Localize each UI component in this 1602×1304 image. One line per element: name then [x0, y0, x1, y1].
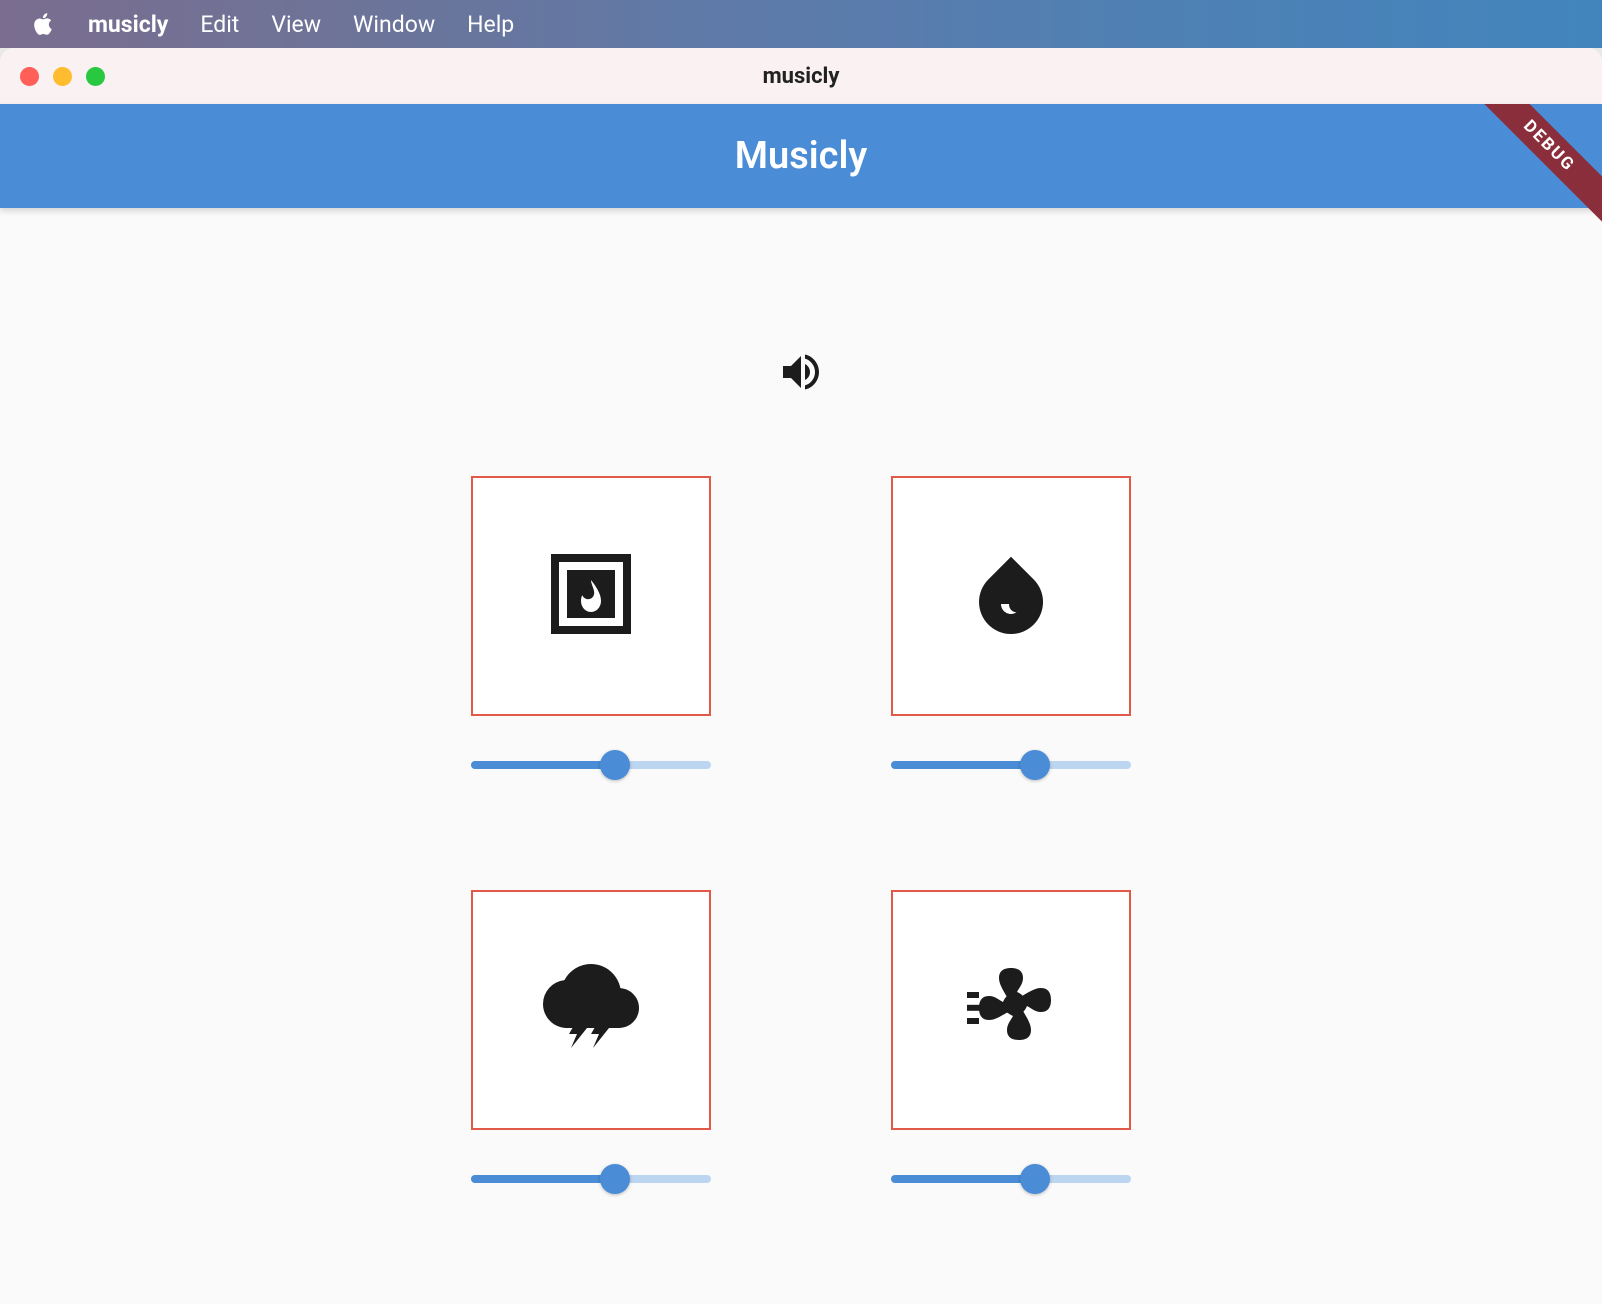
window-title: musicly — [0, 64, 1602, 89]
water-drop-icon — [963, 546, 1059, 646]
menubar-item-view[interactable]: View — [271, 11, 321, 38]
fullscreen-window-button[interactable] — [86, 67, 105, 86]
slider-thumb[interactable] — [600, 1164, 630, 1194]
volume-slider-fireplace[interactable] — [471, 750, 711, 780]
sound-tile-fireplace[interactable] — [471, 476, 711, 716]
slider-fill — [891, 1175, 1035, 1183]
close-window-button[interactable] — [20, 67, 39, 86]
slider-track — [471, 1175, 711, 1183]
slider-thumb[interactable] — [1020, 750, 1050, 780]
thunderstorm-icon — [543, 960, 639, 1060]
minimize-window-button[interactable] — [53, 67, 72, 86]
menubar-item-window[interactable]: Window — [353, 11, 435, 38]
volume-slider-thunderstorm[interactable] — [471, 1164, 711, 1194]
slider-track — [471, 761, 711, 769]
fan-icon — [963, 960, 1059, 1060]
sound-tile-fan[interactable] — [891, 890, 1131, 1130]
slider-thumb[interactable] — [1020, 1164, 1050, 1194]
app-window: musicly Musicly DEBUG — [0, 48, 1602, 1304]
app-bar-title: Musicly — [735, 134, 867, 178]
sound-cell-thunderstorm — [471, 890, 711, 1194]
traffic-lights — [0, 67, 105, 86]
slider-fill — [471, 1175, 615, 1183]
volume-up-icon — [777, 381, 825, 400]
slider-fill — [471, 761, 615, 769]
menubar-item-edit[interactable]: Edit — [200, 11, 239, 38]
sound-cell-fireplace — [471, 476, 711, 780]
main-content — [0, 208, 1602, 1304]
apple-logo-icon[interactable] — [30, 11, 56, 37]
slider-track — [891, 761, 1131, 769]
master-volume-button[interactable] — [777, 348, 825, 396]
slider-track — [891, 1175, 1131, 1183]
menubar-item-help[interactable]: Help — [467, 11, 514, 38]
window-titlebar: musicly — [0, 48, 1602, 104]
volume-slider-fan[interactable] — [891, 1164, 1131, 1194]
slider-thumb[interactable] — [600, 750, 630, 780]
sound-cell-water — [891, 476, 1131, 780]
sound-tile-water[interactable] — [891, 476, 1131, 716]
menubar-app-name[interactable]: musicly — [88, 11, 168, 38]
sound-tile-thunderstorm[interactable] — [471, 890, 711, 1130]
slider-fill — [891, 761, 1035, 769]
sound-grid — [471, 476, 1131, 1194]
volume-slider-water[interactable] — [891, 750, 1131, 780]
macos-menubar: musicly Edit View Window Help — [0, 0, 1602, 48]
app-bar: Musicly DEBUG — [0, 104, 1602, 208]
fireplace-icon — [543, 546, 639, 646]
sound-cell-fan — [891, 890, 1131, 1194]
